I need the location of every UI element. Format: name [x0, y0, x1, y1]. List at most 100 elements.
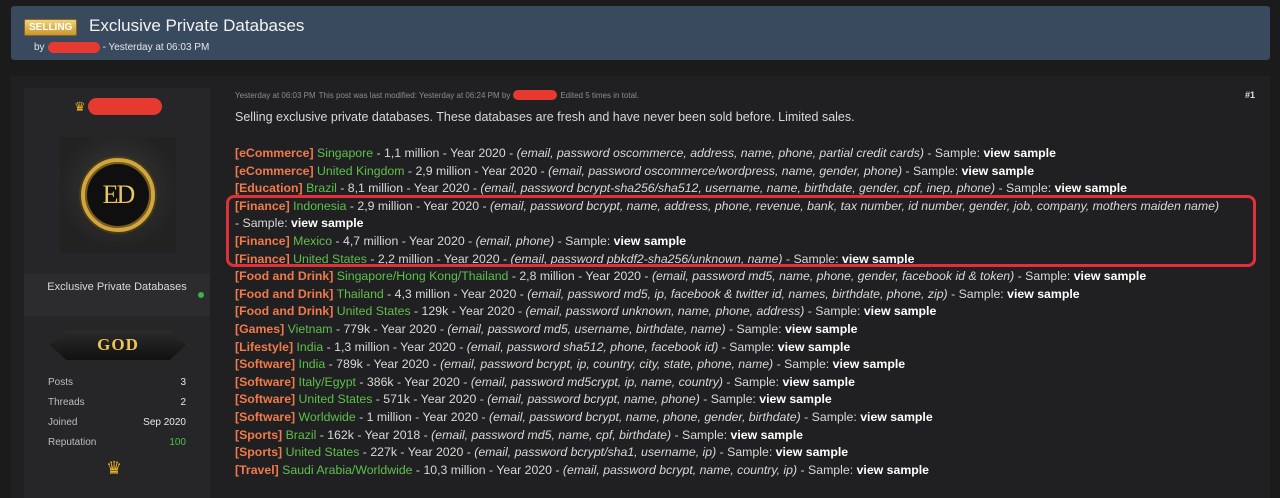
fields-text: (email, password bcrypt, name, phone)	[487, 392, 700, 407]
category-tag: [Education]	[235, 181, 303, 196]
fields-text: (email, password md5, name, cpf, birthda…	[431, 427, 672, 442]
crown-icon: ♛	[74, 99, 86, 114]
category-tag: [eCommerce]	[235, 163, 314, 178]
sample-label: - Sample:	[723, 374, 783, 389]
list-item: [Lifestyle] India - 1,3 million - Year 2…	[235, 339, 1260, 357]
view-sample-link[interactable]: view sample	[1007, 287, 1079, 301]
size-year-text: - 1,1 million - Year 2020 -	[373, 146, 517, 160]
country-label: India	[296, 339, 324, 354]
post-modified-note: This post was last modified: Yesterday a…	[318, 90, 511, 100]
category-tag: [Sports]	[235, 427, 283, 442]
view-sample-link[interactable]: view sample	[731, 428, 803, 442]
country-label: Italy/Egypt	[298, 374, 356, 389]
list-item: [Food and Drink] United States - 129k - …	[235, 303, 1260, 321]
view-sample-link[interactable]: view sample	[1055, 181, 1127, 195]
size-year-text: - 789k - Year 2020 -	[325, 357, 441, 372]
view-sample-link[interactable]: view sample	[1074, 269, 1146, 283]
thread-header: SELLING Exclusive Private Databases by -…	[11, 6, 1270, 60]
stat-value: 100	[169, 437, 186, 448]
post-edited-note: Edited 5 times in total.	[560, 90, 640, 100]
fields-text: (email, password bcrypt/sha1, username, …	[474, 445, 717, 460]
post-intro: Selling exclusive private databases. The…	[235, 110, 855, 124]
category-tag: [Lifestyle]	[235, 339, 294, 354]
highlight-box	[226, 195, 1256, 267]
list-item: [Software] Worldwide - 1 million - Year …	[235, 409, 1260, 427]
post-number-link[interactable]: #1	[1245, 90, 1255, 100]
sample-label: - Sample:	[718, 339, 778, 354]
sample-label: - Sample:	[902, 163, 962, 178]
category-tag: [Food and Drink]	[235, 269, 334, 284]
sample-label: - Sample:	[671, 427, 731, 442]
view-sample-link[interactable]: view sample	[864, 304, 936, 318]
avatar[interactable]: ED	[60, 137, 176, 253]
view-sample-link[interactable]: view sample	[778, 340, 850, 354]
list-item: [Food and Drink] Singapore/Hong Kong/Tha…	[235, 268, 1260, 286]
crown-icon: ♛	[106, 458, 123, 478]
country-label: United Kingdom	[317, 163, 405, 178]
stat-value: 2	[180, 397, 186, 408]
category-tag: [Food and Drink]	[235, 304, 334, 319]
country-label: Brazil	[285, 427, 317, 442]
user-custom-title: Exclusive Private Databases	[24, 274, 210, 316]
country-label: Worldwide	[298, 409, 356, 424]
country-label: Vietnam	[287, 321, 333, 336]
view-sample-link[interactable]: view sample	[776, 445, 848, 459]
view-sample-link[interactable]: view sample	[857, 463, 929, 477]
thread-title[interactable]: Exclusive Private Databases	[89, 16, 304, 36]
country-label: Singapore	[317, 146, 374, 160]
thread-meta: by - Yesterday at 06:03 PM	[34, 42, 209, 53]
category-tag: [Games]	[235, 321, 285, 336]
view-sample-link[interactable]: view sample	[759, 392, 831, 406]
country-label: Saudi Arabia/Worldwide	[282, 462, 413, 477]
size-year-text: - 227k - Year 2020 -	[359, 445, 475, 460]
country-label: Brazil	[306, 181, 337, 196]
stat-value: 3	[180, 377, 186, 388]
list-item: [Food and Drink] Thailand - 4,3 million …	[235, 286, 1260, 304]
size-year-text: - 8,1 million - Year 2020 -	[336, 181, 481, 196]
category-tag: [Software]	[235, 409, 296, 424]
stat-label: Threads	[48, 397, 85, 408]
fields-text: (email, password md5crypt, ip, name, cou…	[470, 374, 724, 389]
view-sample-link[interactable]: view sample	[962, 164, 1034, 178]
sample-label: - Sample:	[699, 392, 760, 407]
user-stats: Posts 3 Threads 2 Joined Sep 2020 Reputa…	[48, 376, 186, 456]
selling-prefix-badge[interactable]: SELLING	[24, 19, 78, 36]
view-sample-link[interactable]: view sample	[785, 322, 857, 336]
thread-by-label: by	[34, 42, 45, 53]
view-sample-link[interactable]: view sample	[983, 146, 1055, 160]
stat-label: Posts	[48, 377, 74, 388]
size-year-text: - 1 million - Year 2020 -	[355, 409, 490, 424]
view-sample-link[interactable]: view sample	[833, 357, 905, 371]
online-status-icon	[198, 292, 204, 298]
thread-posted-time: - Yesterday at 06:03 PM	[102, 42, 210, 53]
sample-label: - Sample:	[923, 146, 984, 160]
size-year-text: - 2,9 million - Year 2020 -	[404, 163, 549, 178]
avatar-logo: ED	[81, 158, 155, 232]
fields-text: (email, password oscommerce/wordpress, n…	[548, 163, 903, 178]
list-item: [eCommerce] Singapore - 1,1 million - Ye…	[235, 145, 1260, 163]
fields-text: (email, password bcrypt, name, phone, ge…	[489, 409, 801, 424]
stat-label: Joined	[48, 417, 78, 428]
view-sample-link[interactable]: view sample	[782, 375, 854, 389]
list-item: [Software] India - 789k - Year 2020 - (e…	[235, 356, 1260, 374]
size-year-text: - 10,3 million - Year 2020 -	[412, 462, 563, 477]
fields-text: (email, password md5, username, birthdat…	[447, 321, 726, 336]
stat-value: Sep 2020	[143, 417, 186, 428]
fields-text: (email, password unknown, name, phone, a…	[525, 304, 805, 319]
view-sample-link[interactable]: view sample	[860, 410, 932, 424]
redacted-username[interactable]	[88, 98, 162, 115]
sample-label: - Sample:	[804, 304, 864, 319]
category-tag: [Software]	[235, 392, 296, 407]
sample-label: - Sample:	[716, 445, 776, 460]
category-tag: [Food and Drink]	[235, 286, 334, 301]
fields-text: (email, password oscommerce, address, na…	[516, 146, 924, 160]
list-item: [eCommerce] United Kingdom - 2,9 million…	[235, 163, 1260, 181]
fields-text: (email, password bcrypt, name, country, …	[562, 462, 798, 477]
list-item: [Games] Vietnam - 779k - Year 2020 - (em…	[235, 321, 1260, 339]
category-tag: [eCommerce]	[235, 146, 314, 160]
list-item: [Software] Italy/Egypt - 386k - Year 202…	[235, 374, 1260, 392]
list-item: [Sports] United States - 227k - Year 202…	[235, 444, 1260, 462]
stat-reputation: Reputation 100	[48, 436, 186, 456]
size-year-text: - 129k - Year 2020 -	[410, 304, 526, 319]
fields-text: (email, password md5, name, phone, gende…	[651, 269, 1015, 284]
